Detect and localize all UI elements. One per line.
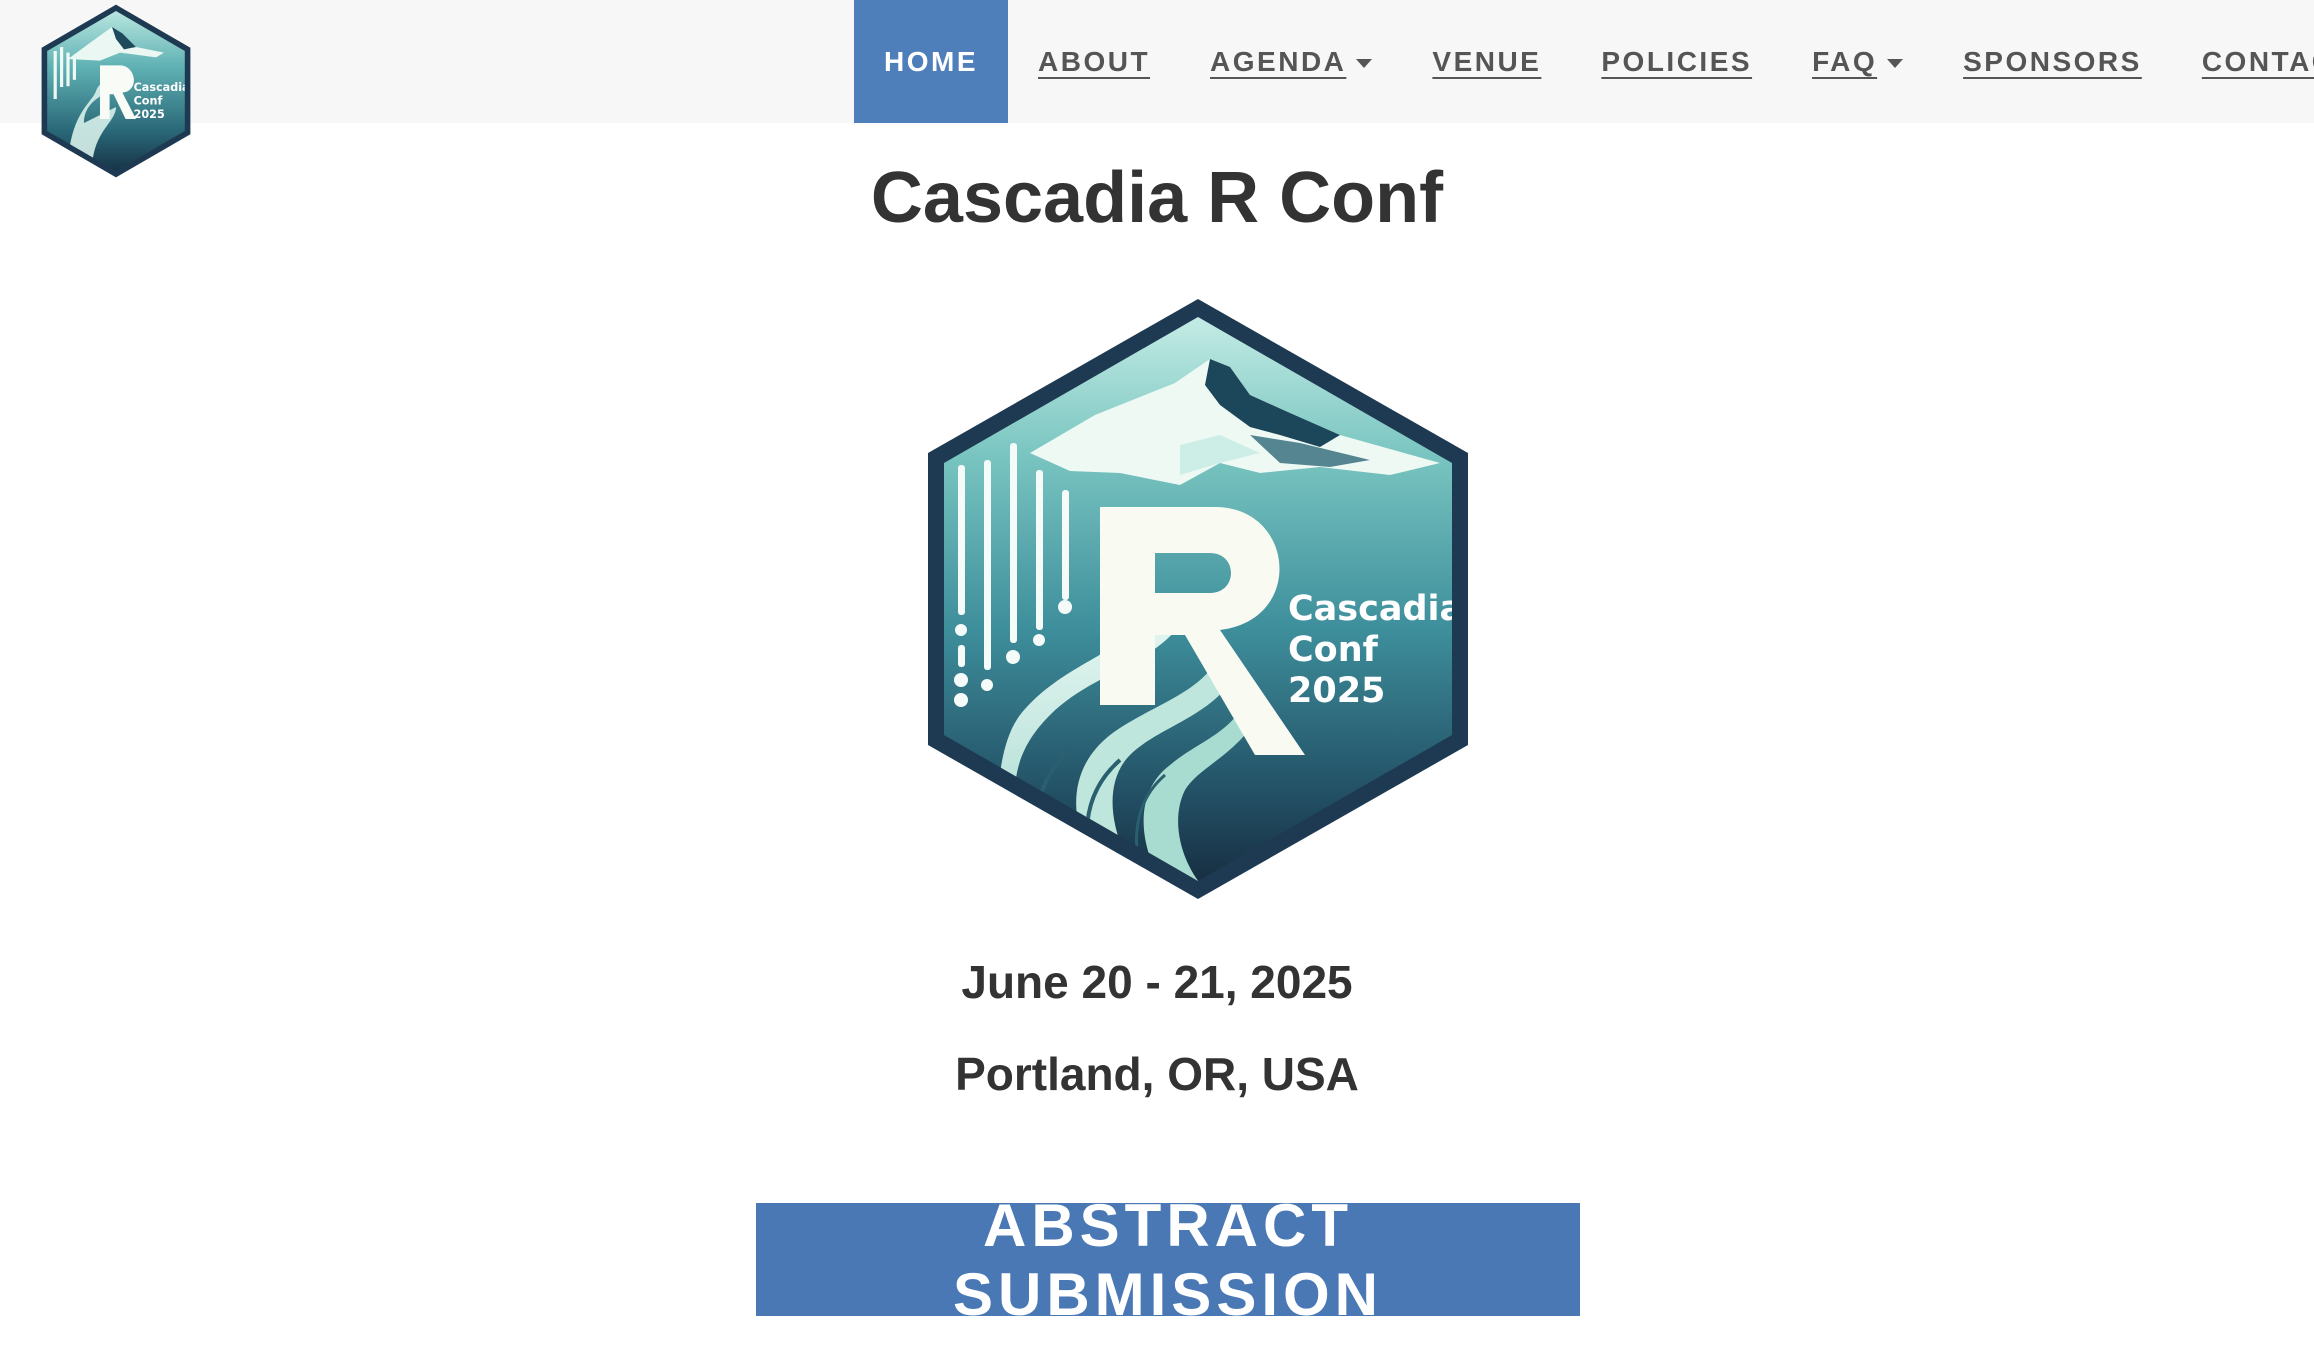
nav-item-label: ABOUT	[1038, 45, 1151, 77]
logo-text-year: 2025	[134, 108, 165, 121]
nav-item-label: CONTACT	[2201, 45, 2314, 77]
nav-item-faq[interactable]: FAQ	[1782, 0, 1933, 123]
nav-item-policies[interactable]: POLICIES	[1571, 0, 1782, 123]
logo-text-cascadia: Cascadia	[134, 81, 190, 94]
nav-logo-link[interactable]: Cascadia Conf 2025	[36, 3, 196, 179]
nav-item-label: FAQ	[1812, 45, 1878, 77]
logo-text-year: 2025	[1288, 671, 1385, 711]
logo-text-conf: Conf	[134, 95, 163, 108]
logo-text-conf: Conf	[1288, 630, 1379, 670]
conference-hex-logo-icon: Cascadia Conf 2025	[928, 299, 1468, 899]
abstract-submission-button[interactable]: ABSTRACT SUBMISSION	[756, 1192, 1580, 1328]
nav-item-contact[interactable]: CONTACT	[2172, 0, 2314, 123]
event-date: June 20 - 21, 2025	[961, 956, 1353, 1008]
caret-down-icon	[1356, 59, 1373, 68]
page: HOME ABOUT AGENDA VENUE POLICIES FAQ SPO…	[0, 0, 2314, 1364]
nav-item-home[interactable]: HOME	[854, 0, 1008, 123]
nav-item-agenda[interactable]: AGENDA	[1180, 0, 1402, 123]
nav-item-label: AGENDA	[1210, 45, 1347, 77]
nav-item-label: VENUE	[1432, 45, 1542, 77]
logo-text-cascadia: Cascadia	[1288, 589, 1463, 629]
hero-logo: Cascadia Conf 2025	[920, 295, 1476, 903]
nav-item-about[interactable]: ABOUT	[1008, 0, 1180, 123]
nav-item-label: POLICIES	[1601, 45, 1753, 77]
nav-menu: HOME ABOUT AGENDA VENUE POLICIES FAQ SPO…	[854, 0, 2314, 123]
nav-item-sponsors[interactable]: SPONSORS	[1933, 0, 2172, 123]
event-location: Portland, OR, USA	[955, 1048, 1359, 1100]
navbar: HOME ABOUT AGENDA VENUE POLICIES FAQ SPO…	[0, 0, 2314, 123]
nav-item-label: SPONSORS	[1963, 45, 2142, 77]
nav-item-venue[interactable]: VENUE	[1402, 0, 1571, 123]
caret-down-icon	[1887, 59, 1904, 68]
page-title: Cascadia R Conf	[870, 158, 1444, 238]
nav-item-label: HOME	[884, 45, 978, 77]
conference-logo-small-icon: Cascadia Conf 2025	[41, 4, 191, 178]
